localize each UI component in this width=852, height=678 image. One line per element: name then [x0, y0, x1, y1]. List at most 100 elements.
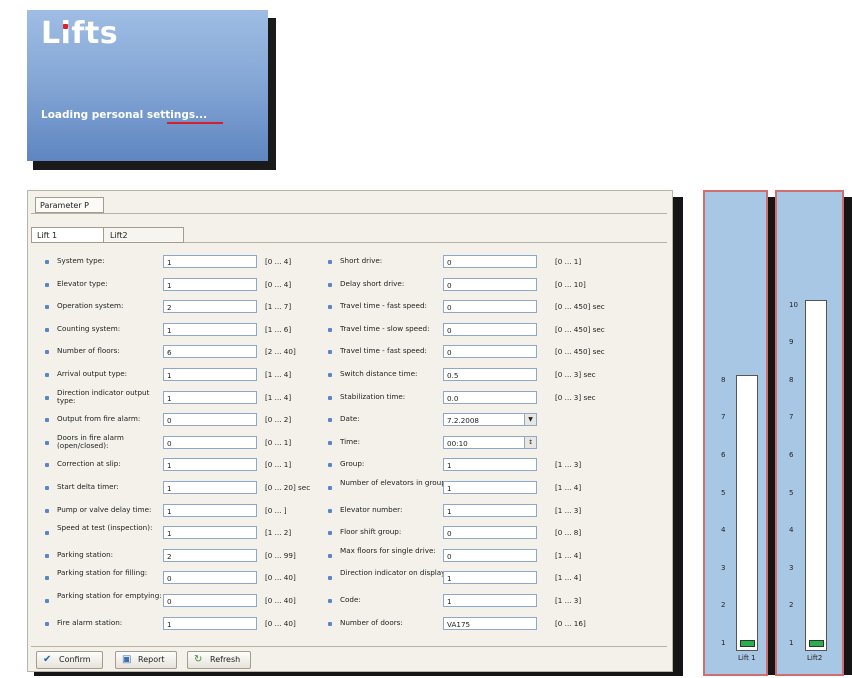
- parameter-input[interactable]: 0.0: [443, 390, 537, 404]
- lift-shaft: [736, 374, 758, 651]
- parameter-value: 0: [447, 325, 452, 335]
- parameter-input[interactable]: 1: [163, 255, 257, 268]
- splash-screen: Lifts Loading personal settings...: [27, 10, 268, 161]
- parameter-label: Switch distance time:: [340, 369, 418, 378]
- floor-number: 6: [789, 451, 794, 459]
- parameter-range: [1 ... 3]: [555, 505, 582, 515]
- parameter-range: [0 ... 8]: [555, 528, 582, 538]
- parameter-input[interactable]: 0: [163, 413, 257, 427]
- parameter-label: Start delta timer:: [57, 482, 119, 491]
- parameter-input[interactable]: 0.5: [443, 368, 537, 381]
- bullet-icon: [328, 350, 332, 355]
- splash-loading-message: Loading personal settings...: [41, 109, 208, 121]
- floor-number: 3: [721, 563, 726, 572]
- parameter-range: [1 ... 4]: [265, 392, 292, 402]
- lift-panel-lift-2: 10 9 8 7 6 5 4 3 2 1 Lift2: [775, 190, 844, 676]
- refresh-button[interactable]: ↻ Refresh: [187, 651, 251, 669]
- parameter-label: Parking station for emptying:: [57, 591, 162, 600]
- parameter-value: 1: [167, 619, 172, 629]
- parameter-label: Travel time - slow speed:: [340, 323, 430, 333]
- parameter-input[interactable]: 0: [443, 300, 537, 314]
- parameter-input[interactable]: 1: [443, 594, 537, 607]
- parameter-range: [1 ... 3]: [555, 460, 582, 470]
- parameter-input[interactable]: 0: [443, 548, 537, 562]
- parameter-input[interactable]: 1: [163, 390, 257, 404]
- chevron-down-icon[interactable]: ▼: [524, 414, 536, 426]
- parameter-input[interactable]: 0: [443, 277, 537, 291]
- parameter-value: 7.2.2008: [447, 416, 480, 426]
- parameter-input[interactable]: 2: [163, 548, 257, 562]
- tab-lift-1[interactable]: Lift 1: [32, 228, 104, 242]
- parameter-input[interactable]: VA175: [443, 616, 537, 630]
- parameter-label: Speed at test (inspection):: [57, 523, 153, 533]
- parameter-label: Fire alarm station:: [57, 617, 123, 627]
- floor-number: 2: [721, 601, 726, 610]
- parameter-range: [1 ... 6]: [265, 324, 292, 334]
- spinner-arrows-icon[interactable]: ↕: [524, 436, 536, 448]
- parameter-input[interactable]: 1: [443, 458, 537, 472]
- bullet-icon: [328, 260, 332, 264]
- parameter-value: 0: [447, 348, 452, 358]
- parameter-input[interactable]: 1: [163, 616, 257, 630]
- floor-number: 4: [721, 526, 726, 535]
- parameter-range: [1 ... 7]: [265, 302, 292, 312]
- parameter-input[interactable]: 1: [163, 458, 257, 472]
- floor-number: 1: [721, 639, 726, 647]
- parameter-label: Pump or valve delay time:: [57, 504, 152, 514]
- floor-number: 5: [789, 488, 794, 497]
- parameter-value: 1: [167, 393, 172, 403]
- parameter-input[interactable]: 0: [443, 345, 537, 359]
- parameter-label: Code:: [340, 595, 361, 604]
- parameter-input[interactable]: 1: [163, 277, 257, 291]
- report-button[interactable]: ▣ Report: [115, 651, 177, 669]
- floor-number: 6: [721, 451, 726, 459]
- tab-parameter[interactable]: Parameter P: [35, 197, 104, 213]
- parameter-range: [0 ... 16]: [555, 618, 586, 628]
- parameter-input[interactable]: 1: [163, 322, 257, 336]
- bullet-icon: [328, 282, 332, 287]
- parameter-input[interactable]: 1: [443, 503, 537, 517]
- bullet-icon: [328, 440, 332, 445]
- parameter-value: 0: [167, 597, 172, 606]
- parameter-value: 0.5: [447, 371, 459, 380]
- parameter-input[interactable]: 0: [443, 322, 537, 336]
- parameter-range: [0 ... ]: [265, 505, 287, 515]
- parameter-input[interactable]: 1: [163, 526, 257, 540]
- parameter-input[interactable]: 6: [163, 345, 257, 359]
- parameter-value: 0: [167, 574, 172, 584]
- parameter-input[interactable]: 1: [443, 481, 537, 494]
- floor-number: 2: [789, 601, 794, 610]
- bullet-icon: [45, 621, 49, 626]
- parameter-input[interactable]: 1: [163, 503, 257, 517]
- parameter-range: [0 ... 40]: [265, 618, 296, 628]
- parameter-range: [0 ... 2]: [265, 415, 292, 425]
- lift-car: [740, 639, 755, 647]
- parameter-range: [0 ... 1]: [265, 437, 292, 447]
- parameter-input[interactable]: 0: [443, 526, 537, 540]
- bullet-icon: [45, 282, 49, 287]
- confirm-button[interactable]: ✔ Confirm: [36, 651, 103, 669]
- tab-lift-2[interactable]: Lift2: [105, 228, 183, 242]
- parameter-value: 0: [447, 258, 452, 267]
- parameter-range: [0 ... 20] sec: [265, 483, 311, 492]
- parameter-range: [1 ... 4]: [555, 573, 582, 583]
- time-spinner[interactable]: 00:10 ↕: [443, 435, 537, 449]
- parameter-input[interactable]: 1: [443, 571, 537, 585]
- parameter-label: Operation system:: [57, 301, 124, 311]
- bullet-icon: [328, 531, 332, 536]
- floor-number: 4: [789, 526, 794, 535]
- parameter-input[interactable]: 0: [163, 571, 257, 585]
- parameter-range: [1 ... 4]: [555, 483, 582, 492]
- parameter-label: Travel time - fast speed:: [340, 301, 427, 311]
- parameter-input[interactable]: 0: [163, 594, 257, 607]
- parameter-input[interactable]: 1: [163, 481, 257, 494]
- date-dropdown[interactable]: 7.2.2008 ▼: [443, 413, 537, 427]
- floor-number: 8: [789, 375, 794, 384]
- parameter-input[interactable]: 1: [163, 368, 257, 381]
- parameter-value: 0: [447, 303, 452, 313]
- parameter-range: [1 ... 4]: [555, 550, 582, 560]
- parameter-input[interactable]: 2: [163, 300, 257, 314]
- parameter-dialog: Parameter P Lift 1 Lift2 System type: 1 [0…: [27, 190, 673, 672]
- parameter-input[interactable]: 0: [163, 435, 257, 449]
- parameter-input[interactable]: 0: [443, 255, 537, 268]
